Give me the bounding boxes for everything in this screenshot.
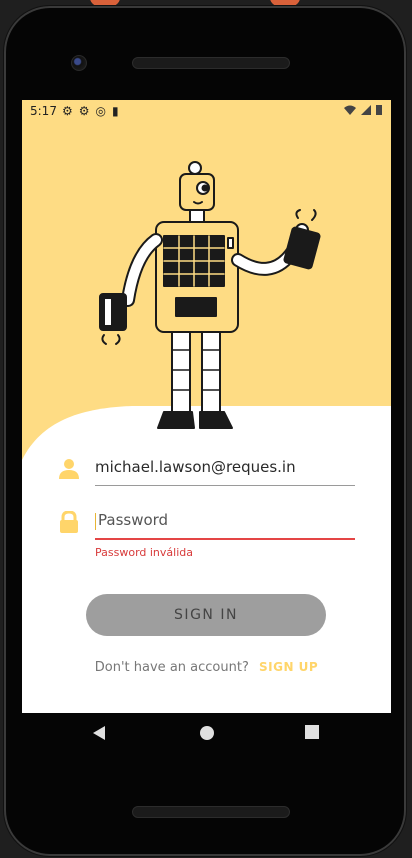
navigation-bar (22, 713, 391, 757)
status-icons-left: ⚙ ⚙ ◎ ▮ (62, 104, 119, 118)
email-row (58, 452, 355, 486)
signal-icon (361, 105, 371, 115)
status-bar: 5:17 ⚙ ⚙ ◎ ▮ (22, 100, 391, 124)
bottom-speaker (132, 806, 290, 818)
app-screen: 5:17 ⚙ ⚙ ◎ ▮ michael.lawson@reques.in Pa… (22, 100, 391, 713)
status-time: 5:17 (30, 104, 57, 118)
settings-icon: ⚙ (62, 104, 73, 118)
password-underline (95, 538, 355, 540)
robot-illustration (99, 161, 321, 429)
wifi-icon (344, 105, 356, 115)
settings-icon: ⚙ (78, 104, 90, 118)
recents-icon[interactable] (305, 725, 319, 739)
password-field[interactable] (95, 505, 356, 535)
email-underline (95, 485, 355, 486)
back-icon[interactable] (92, 725, 106, 741)
lock-icon (60, 511, 78, 533)
password-error: Password inválida (95, 546, 193, 559)
signin-button[interactable]: SIGN IN (86, 594, 326, 636)
sd-card-icon: ▮ (112, 104, 119, 118)
password-row (58, 505, 356, 540)
status-icons-right (343, 104, 383, 116)
sync-icon: ◎ (95, 104, 107, 118)
email-field[interactable] (95, 452, 353, 482)
user-icon (59, 459, 79, 479)
signup-prompt: Don't have an account? SIGN UP (22, 660, 391, 675)
battery-icon (376, 105, 382, 115)
text-cursor (95, 513, 96, 530)
home-icon[interactable] (199, 725, 215, 741)
signup-prompt-text: Don't have an account? (94, 660, 249, 675)
top-speaker (132, 57, 290, 69)
front-camera (71, 55, 87, 71)
signup-link[interactable]: SIGN UP (259, 660, 318, 674)
